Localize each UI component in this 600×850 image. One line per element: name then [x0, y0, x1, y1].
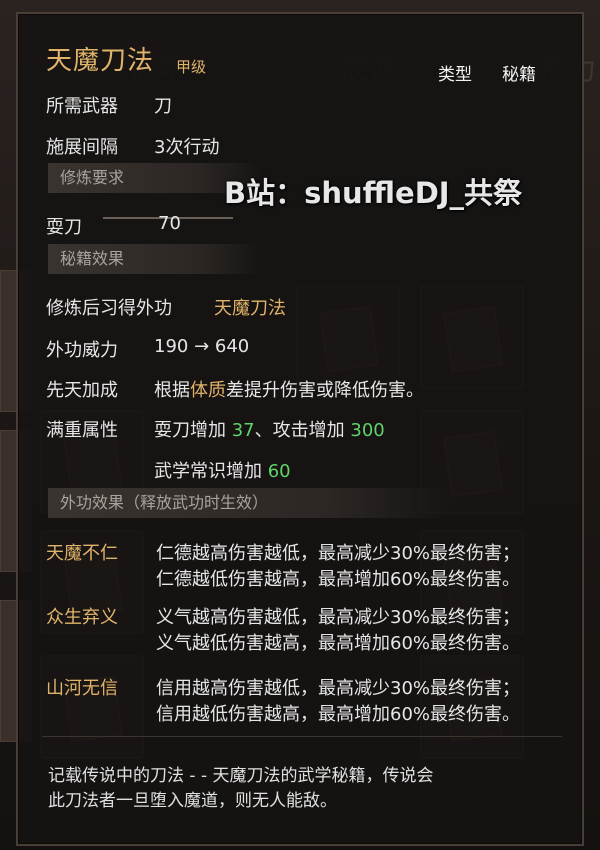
mastery-value-3: 60 [267, 461, 291, 482]
item-description: 记载传说中的刀法 - - 天魔刀法的武学秘籍，传说会 此刀法者一旦堕入魔道，则无… [48, 764, 558, 814]
effect-name-3: 山河无信 [46, 678, 118, 699]
divider [42, 736, 562, 737]
mastery-label: 满重属性 [46, 420, 118, 441]
description-line-1: 记载传说中的刀法 - - 天魔刀法的武学秘籍，传说会 [48, 766, 434, 786]
mastery-line-2: 武学常识增加 60 [154, 461, 291, 482]
effect-1-line-1: 仁德越高伤害越低，最高减少30%最终伤害； [156, 543, 521, 564]
innate-label: 先天加成 [46, 380, 118, 401]
power-value: 190 → 640 [154, 336, 250, 357]
description-line-2: 此刀法者一旦堕入魔道，则无人能敌。 [48, 791, 337, 811]
req-skill-label: 耍刀 [46, 217, 82, 238]
item-grade: 甲级 [176, 58, 207, 76]
effect-3-line-2: 信用越低伤害越高，最高增加60%最终伤害。 [156, 704, 521, 725]
power-label: 外功威力 [46, 340, 118, 361]
req-skill-value: 70 [158, 213, 181, 234]
effect-3-line-1: 信用越高伤害越低，最高减少30%最终伤害； [156, 678, 521, 699]
type-value: 秘籍 [502, 65, 536, 85]
learn-value: 天魔刀法 [214, 298, 286, 319]
effect-name-2: 众生弃义 [46, 607, 118, 628]
effect-2-line-1: 义气越高伤害越低，最高减少30%最终伤害； [156, 607, 521, 628]
item-title: 天魔刀法 [46, 46, 155, 76]
mastery-value-1: 37 [231, 420, 255, 441]
skill-book-tooltip: 天魔刀法 甲级 类型 秘籍 所需武器 刀 施展间隔 3次行动 修炼要求 耍刀 7… [16, 12, 584, 846]
section-skill-effects: 外功效果（释放武功时生效） [48, 488, 448, 518]
learn-label: 修炼后习得外功 [46, 298, 172, 319]
interval-label: 施展间隔 [46, 137, 118, 158]
innate-text: 根据体质差提升伤害或降低伤害。 [154, 380, 424, 401]
effect-1-line-2: 仁德越低伤害越高，最高增加60%最终伤害。 [156, 569, 521, 590]
effect-name-1: 天魔不仁 [46, 543, 118, 564]
interval-value: 3次行动 [154, 137, 220, 158]
watermark: B站：shuffleDJ_共祭 [224, 176, 523, 210]
effect-2-line-2: 义气越低伤害越高，最高增加60%最终伤害。 [156, 633, 521, 654]
section-book-effects: 秘籍效果 [48, 244, 260, 274]
mastery-line-1: 耍刀增加 37、攻击增加 300 [154, 420, 385, 441]
weapon-value: 刀 [154, 96, 172, 117]
mastery-value-2: 300 [350, 420, 385, 441]
weapon-label: 所需武器 [46, 96, 118, 117]
type-label: 类型 [438, 65, 472, 85]
innate-keyword: 体质 [190, 380, 226, 401]
